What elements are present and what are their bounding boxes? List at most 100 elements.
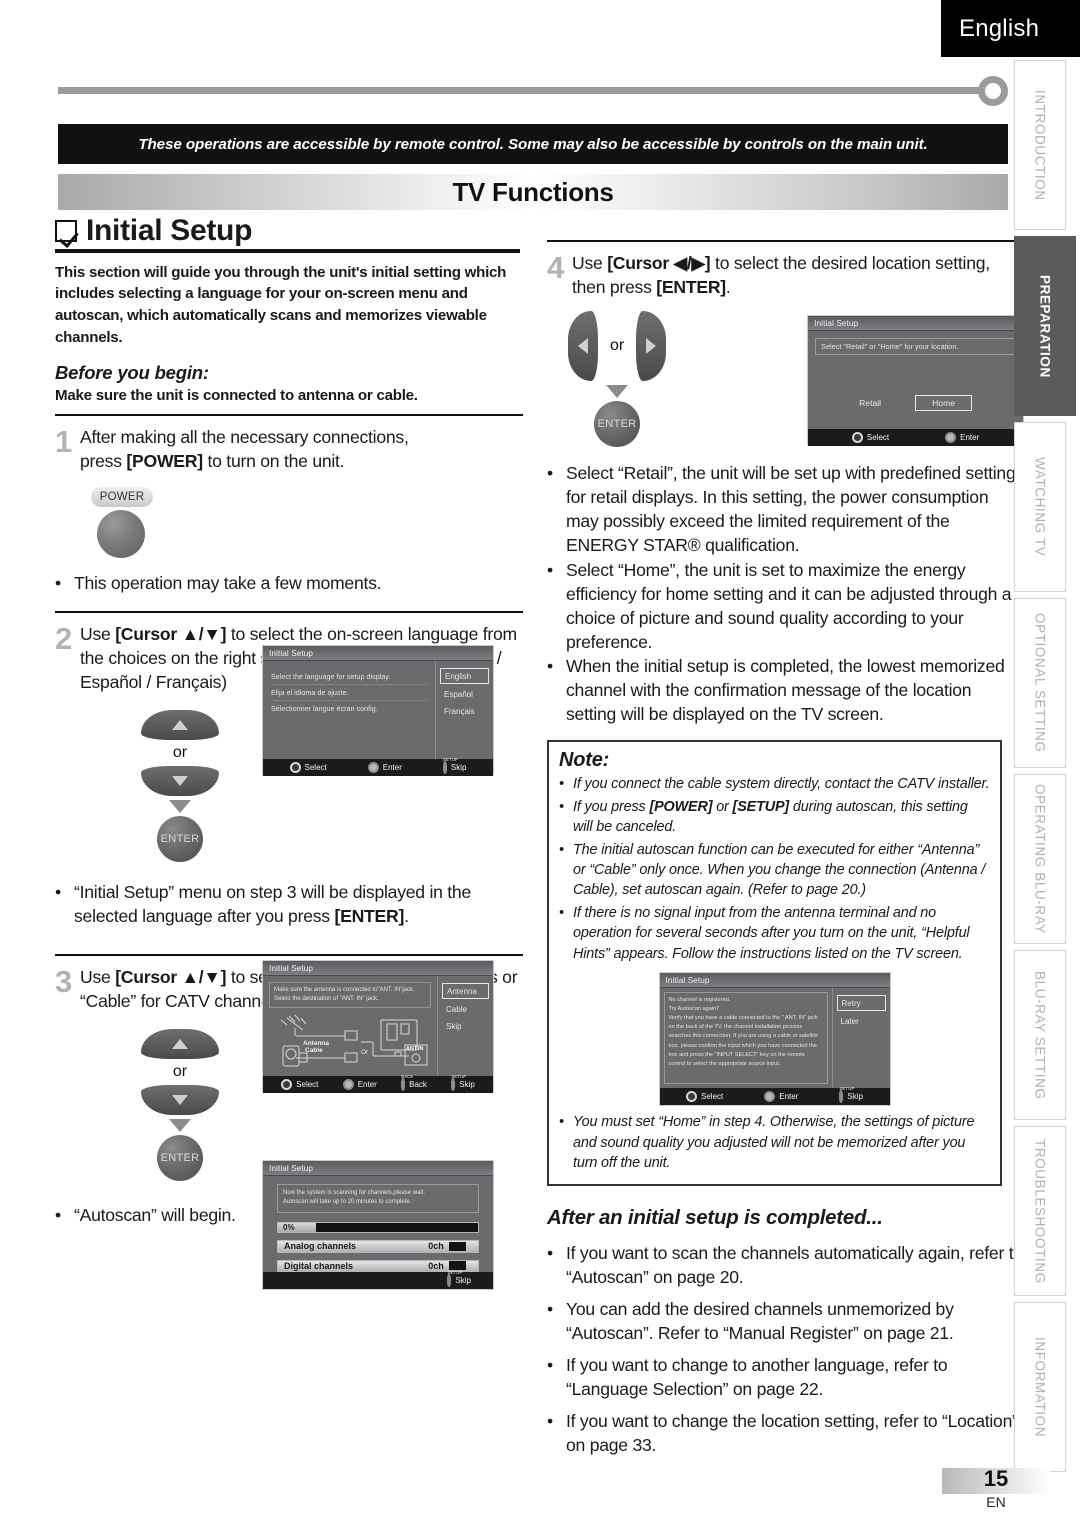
list-item: • If you want to scan the channels autom… — [547, 1241, 1024, 1289]
after-setup-heading: After an initial setup is completed... — [547, 1205, 883, 1229]
tab-troubleshooting[interactable]: TROUBLESHOOTING — [1014, 1126, 1066, 1296]
analog-channels-value: 0ch — [416, 1241, 478, 1252]
osd-key-enter: Enter — [367, 762, 402, 773]
bullet-dot: • — [547, 1242, 553, 1263]
osd-option-english[interactable]: English — [440, 668, 489, 684]
osd-body: Select "Retail" or "Home" for your locat… — [808, 331, 1023, 429]
enter-button-icon: ENTER — [594, 401, 641, 448]
osd-option-skip[interactable]: Skip — [442, 1019, 489, 1033]
list-item: • Select “Home”, the unit is set to maxi… — [547, 558, 1024, 654]
osd-title: Initial Setup — [263, 1161, 493, 1176]
note-setup-key: [SETUP] — [732, 798, 790, 815]
language-tab: English — [941, 0, 1080, 57]
step-number: 4 — [547, 250, 565, 285]
bullet-dot: • — [559, 1114, 564, 1131]
scan-note-line1: Now the system is scanning for channels,… — [283, 1190, 426, 1196]
osd-option-retail[interactable]: Retail — [859, 398, 881, 408]
cursor-down-button-icon — [141, 1085, 219, 1116]
manual-page: English These operations are accessible … — [0, 0, 1080, 1526]
after-setup-list: • If you want to scan the channels autom… — [547, 1241, 1024, 1458]
or-label: or — [172, 744, 188, 762]
power-button-knob — [97, 509, 145, 558]
osd-title: Initial Setup — [659, 973, 890, 989]
osd-key-select: Select — [851, 432, 889, 444]
section-heading: Initial Setup — [55, 215, 520, 253]
header-circle-ornament — [978, 76, 1008, 106]
tab-bluray-setting[interactable]: BLU-RAY SETTING — [1014, 950, 1066, 1120]
power-button-illustration: POWER — [91, 486, 211, 558]
osd-language-screen: Initial Setup Select the language for se… — [262, 645, 494, 776]
step-number: 1 — [55, 423, 73, 459]
osd-title: Initial Setup — [263, 646, 493, 661]
before-you-begin-text: Make sure the unit is connected to anten… — [55, 386, 418, 404]
note-box: Note: • If you connect the cable system … — [547, 740, 1002, 1186]
osd-footer: Select Enter SETUP Skip — [659, 1086, 890, 1106]
list-item: • Select “Retail”, the unit will be set … — [547, 461, 1024, 557]
after-item-2: You can add the desired channels unmemor… — [566, 1298, 954, 1343]
step3-pre: Use — [80, 967, 116, 988]
right-column: 4 Use [Cursor ◀/▶] to select the desired… — [547, 240, 1024, 1465]
osd-line: Elija el idioma de ajuste. — [271, 688, 349, 697]
osd-key-back: BACK Back — [401, 1074, 427, 1091]
osd-option-espanol[interactable]: Español — [440, 687, 489, 701]
step-text: After making all the necessary connectio… — [80, 425, 409, 473]
osd-title: Initial Setup — [808, 316, 1023, 332]
tab-watching-tv[interactable]: WATCHING TV — [1014, 422, 1066, 592]
osd-location-screen: Initial Setup Select "Retail" or "Home" … — [807, 315, 1024, 447]
list-item: • If there is no signal input from the a… — [559, 903, 990, 964]
osd-option-francais[interactable]: Français — [440, 704, 489, 718]
after-item-1: If you want to scan the channels automat… — [566, 1242, 1023, 1287]
tab-preparation[interactable]: PREPARATION — [1014, 236, 1076, 416]
cursor-up-button-icon — [141, 1029, 219, 1060]
step4-divider — [547, 240, 1024, 242]
list-item: • You can add the desired channels unmem… — [547, 1297, 1024, 1345]
note-item-3: The initial autoscan function can be exe… — [573, 841, 986, 899]
osd-option-retry[interactable]: Retry — [836, 995, 886, 1012]
after-item-4: If you want to change the location setti… — [566, 1411, 1018, 1456]
osd-note-line2: Select the destination of "ANT. IN" jack… — [274, 996, 379, 1002]
osd-key-select: Select — [686, 1091, 723, 1103]
right-bullet-retail: Select “Retail”, the unit will be set up… — [566, 463, 1016, 556]
cursor-updown-illustration-2: or ENTER — [125, 1029, 235, 1182]
flow-arrow-icon — [169, 1119, 191, 1133]
osd-options: English Español Français — [435, 661, 493, 759]
or-label: or — [609, 337, 625, 355]
bullet-dot: • — [55, 572, 61, 593]
tab-information[interactable]: INFORMATION — [1014, 1302, 1066, 1472]
step2-bullet-post: . — [404, 906, 409, 927]
osd-option-antenna[interactable]: Antenna — [442, 983, 489, 999]
tab-operating-bluray[interactable]: OPERATING BLU-RAY — [1014, 774, 1066, 944]
osd-main: No channel is registered. Try Autoscan a… — [660, 988, 832, 1088]
before-you-begin-heading: Before you begin: — [55, 361, 209, 383]
osd-antenna-screen: Initial Setup Make sure the antenna is c… — [262, 960, 494, 1093]
step4-enter-key: [ENTER] — [656, 277, 726, 298]
bullet-dot: • — [559, 798, 564, 815]
step4-cursor-key: [Cursor ◀/▶] — [607, 253, 711, 273]
osd-key-enter: Enter — [764, 1091, 798, 1103]
osd-footer: SETUP Skip — [263, 1270, 493, 1289]
osd-note: Make sure the antenna is connected to"AN… — [269, 982, 431, 1008]
osd-location-options: Retail Home — [815, 395, 1016, 412]
step-1: 1 After making all the necessary connect… — [55, 425, 530, 473]
osd-option-cable[interactable]: Cable — [442, 1002, 489, 1016]
step2-bullet-key: [ENTER] — [334, 906, 405, 927]
osd-note-line1: Make sure the antenna is connected to"AN… — [274, 987, 415, 993]
note-power-key: [POWER] — [649, 798, 713, 815]
section-intro: This section will guide you through the … — [55, 263, 507, 346]
osd-option-home[interactable]: Home — [915, 395, 973, 412]
chapter-tab-strip: INTRODUCTION PREPARATION WATCHING TV OPT… — [1014, 60, 1080, 1472]
step1-divider — [55, 413, 523, 416]
tab-introduction[interactable]: INTRODUCTION — [1014, 60, 1066, 230]
step2-cursor-key: [Cursor ▲/▼] — [115, 623, 227, 644]
step1-line2-pre: press — [80, 450, 127, 471]
bullet-dot: • — [559, 841, 564, 858]
osd-key-select: Select — [281, 1079, 318, 1090]
page-title-bar: TV Functions — [58, 174, 1008, 210]
bullet-dot: • — [547, 1355, 553, 1376]
osd-line: Sélectionner langue écran config. — [271, 704, 378, 713]
step3-divider — [55, 954, 523, 957]
flow-arrow-icon — [169, 800, 191, 814]
tab-optional-setting[interactable]: OPTIONAL SETTING — [1014, 598, 1066, 768]
osd-option-later[interactable]: Later — [837, 1014, 886, 1028]
cursor-row: or — [567, 311, 667, 382]
